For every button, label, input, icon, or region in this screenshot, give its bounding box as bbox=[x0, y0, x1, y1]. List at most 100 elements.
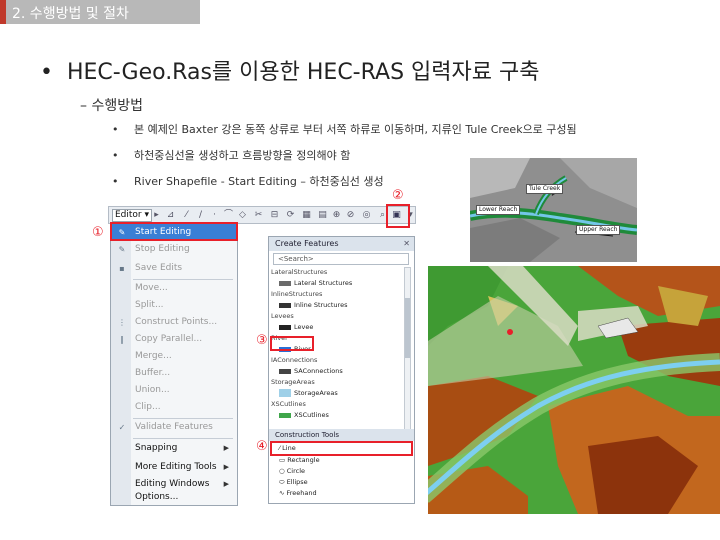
menu-item-label: Buffer... bbox=[135, 368, 171, 378]
menu-item-validate-features[interactable]: ✓ Validate Features bbox=[111, 419, 237, 436]
edit-vertices-icon[interactable]: ◇ bbox=[237, 210, 248, 221]
template-search-input[interactable]: <Search> bbox=[273, 253, 409, 265]
construction-tool-ellipse[interactable]: ⬭ Ellipse bbox=[279, 477, 308, 488]
point-icon[interactable]: · bbox=[209, 210, 220, 221]
map-label-tule-creek: Tule Creek bbox=[526, 184, 564, 194]
save-icon: ▪ bbox=[119, 264, 125, 273]
template-group-label: XSCutlines bbox=[271, 400, 306, 408]
submenu-arrow-icon: ▶ bbox=[223, 463, 229, 471]
ellipse-icon: ⬭ bbox=[279, 478, 287, 486]
menu-item-label: Split... bbox=[135, 300, 164, 310]
bullet-item: 본 예제인 Baxter 강은 동쪽 상류로 부터 서쪽 하류로 이동하며, 지… bbox=[112, 122, 577, 148]
template-list: LateralStructures Lateral Structures Inl… bbox=[271, 267, 403, 437]
template-group-label: LateralStructures bbox=[271, 268, 328, 276]
menu-separator bbox=[133, 438, 233, 439]
line-swatch-icon bbox=[279, 280, 291, 286]
scrollbar-thumb[interactable] bbox=[405, 298, 410, 358]
map-label-lower-reach: Lower Reach bbox=[476, 205, 521, 215]
section-title: 2. 수행방법 및 절차 bbox=[12, 6, 129, 22]
template-group: InlineStructures bbox=[271, 289, 322, 300]
stop-editing-icon: ✎ bbox=[118, 245, 126, 254]
snapping-icon[interactable]: ◎ bbox=[361, 210, 372, 221]
section-header-accent bbox=[0, 0, 6, 24]
line-swatch-icon bbox=[279, 412, 291, 418]
reshape-icon[interactable]: ✂ bbox=[253, 210, 264, 221]
menu-item-buffer[interactable]: Buffer... bbox=[111, 365, 237, 382]
template-group: IAConnections bbox=[271, 355, 317, 366]
main-heading-text: HEC-Geo.Ras를 이용한 HEC-RAS 입력자료 구축 bbox=[66, 60, 540, 85]
construction-tool-label: Ellipse bbox=[286, 478, 308, 486]
menu-item-label: Save Edits bbox=[135, 263, 183, 273]
menu-item-options[interactable]: Options... bbox=[111, 489, 237, 506]
menu-item-union[interactable]: Union... bbox=[111, 382, 237, 399]
river-overview-map: Tule Creek Lower Reach Upper Reach bbox=[469, 158, 638, 262]
template-group-label: IAConnections bbox=[271, 356, 318, 364]
menu-item-label: Options... bbox=[135, 492, 179, 502]
map-label-upper-reach: Upper Reach bbox=[576, 225, 621, 235]
menu-item-label: Move... bbox=[135, 283, 168, 293]
step-marker-2: ② bbox=[392, 188, 404, 203]
construction-tool-circle[interactable]: ○ Circle bbox=[279, 466, 305, 477]
template-item[interactable]: Lateral Structures bbox=[279, 278, 352, 289]
rotate-icon[interactable]: ⟳ bbox=[285, 210, 296, 221]
validate-icon: ✓ bbox=[118, 423, 126, 432]
template-item[interactable]: Inline Structures bbox=[279, 300, 347, 311]
step-marker-4: ④ bbox=[256, 439, 268, 454]
sub-heading: – 수행방법 bbox=[80, 98, 143, 114]
step-marker-3: ③ bbox=[256, 333, 268, 348]
construction-tool-label: Freehand bbox=[286, 489, 317, 497]
highlight-create-features-button bbox=[386, 204, 410, 228]
template-group-label: Levees bbox=[271, 312, 294, 320]
highlight-line-tool bbox=[270, 441, 413, 456]
sketch-properties-icon[interactable]: ▤ bbox=[317, 210, 328, 221]
cut-polygons-icon[interactable]: ⊘ bbox=[345, 210, 356, 221]
menu-item-save-edits[interactable]: ▪ Save Edits bbox=[111, 260, 237, 277]
template-item[interactable]: StorageAreas bbox=[279, 388, 338, 399]
terrain-map bbox=[417, 266, 720, 514]
menu-item-stop-editing[interactable]: ✎ Stop Editing bbox=[111, 241, 237, 258]
template-item[interactable]: XSCutlines bbox=[279, 410, 329, 421]
pin-icon[interactable]: ✕ bbox=[403, 237, 410, 251]
construction-tool-rectangle[interactable]: ▭ Rectangle bbox=[279, 455, 320, 466]
topology-icon[interactable]: ⊕ bbox=[331, 210, 342, 221]
menu-item-merge[interactable]: Merge... bbox=[111, 348, 237, 365]
menu-item-snapping[interactable]: Snapping ▶ bbox=[111, 440, 237, 457]
menu-item-copy-parallel[interactable]: ∥ Copy Parallel... bbox=[111, 331, 237, 348]
submenu-arrow-icon: ▶ bbox=[223, 444, 229, 452]
menu-item-label: Validate Features bbox=[135, 422, 213, 432]
template-item-label: XSCutlines bbox=[294, 411, 329, 419]
circle-icon: ○ bbox=[279, 467, 287, 475]
menu-item-split[interactable]: Split... bbox=[111, 297, 237, 314]
menu-item-label: Clip... bbox=[135, 402, 161, 412]
menu-item-label: Copy Parallel... bbox=[135, 334, 203, 344]
template-group: Levees bbox=[271, 311, 294, 322]
straight-segment-icon[interactable]: ⁄ bbox=[181, 210, 192, 221]
edit-annotation-icon[interactable]: ⊿ bbox=[165, 210, 176, 221]
terrain-map-image bbox=[417, 266, 720, 514]
template-item-label: Levee bbox=[294, 323, 314, 331]
template-item-label: Inline Structures bbox=[294, 301, 348, 309]
endpoint-arc-icon[interactable]: ⌒ bbox=[223, 210, 234, 221]
edit-tool-icon[interactable]: ▸ bbox=[151, 210, 162, 221]
editor-menu-button[interactable]: Editor ▾ bbox=[112, 209, 153, 222]
menu-item-more-editing-tools[interactable]: More Editing Tools ▶ bbox=[111, 459, 237, 476]
menu-item-move[interactable]: Move... bbox=[111, 280, 237, 297]
template-item[interactable]: SAConnections bbox=[279, 366, 343, 377]
construction-tool-freehand[interactable]: ∿ Freehand bbox=[279, 488, 317, 499]
step-marker-1: ① bbox=[92, 225, 104, 240]
template-item-label: SAConnections bbox=[294, 367, 343, 375]
template-group: StorageAreas bbox=[271, 377, 315, 388]
trace-icon[interactable]: ∕ bbox=[195, 210, 206, 221]
template-item[interactable]: Levee bbox=[279, 322, 313, 333]
template-group: XSCutlines bbox=[271, 399, 306, 410]
construction-tool-label: Circle bbox=[286, 467, 306, 475]
template-list-scrollbar[interactable] bbox=[404, 267, 411, 435]
menu-item-clip[interactable]: Clip... bbox=[111, 399, 237, 416]
editor-menu: ✎ Start Editing ✎ Stop Editing ▪ Save Ed… bbox=[110, 222, 238, 506]
attributes-icon[interactable]: ▦ bbox=[301, 210, 312, 221]
menu-item-label: Merge... bbox=[135, 351, 172, 361]
create-features-title: Create Features ✕ bbox=[269, 237, 414, 251]
menu-item-label: Union... bbox=[135, 385, 170, 395]
menu-item-construct-points[interactable]: ⋮ Construct Points... bbox=[111, 314, 237, 331]
split-icon[interactable]: ⊟ bbox=[269, 210, 280, 221]
